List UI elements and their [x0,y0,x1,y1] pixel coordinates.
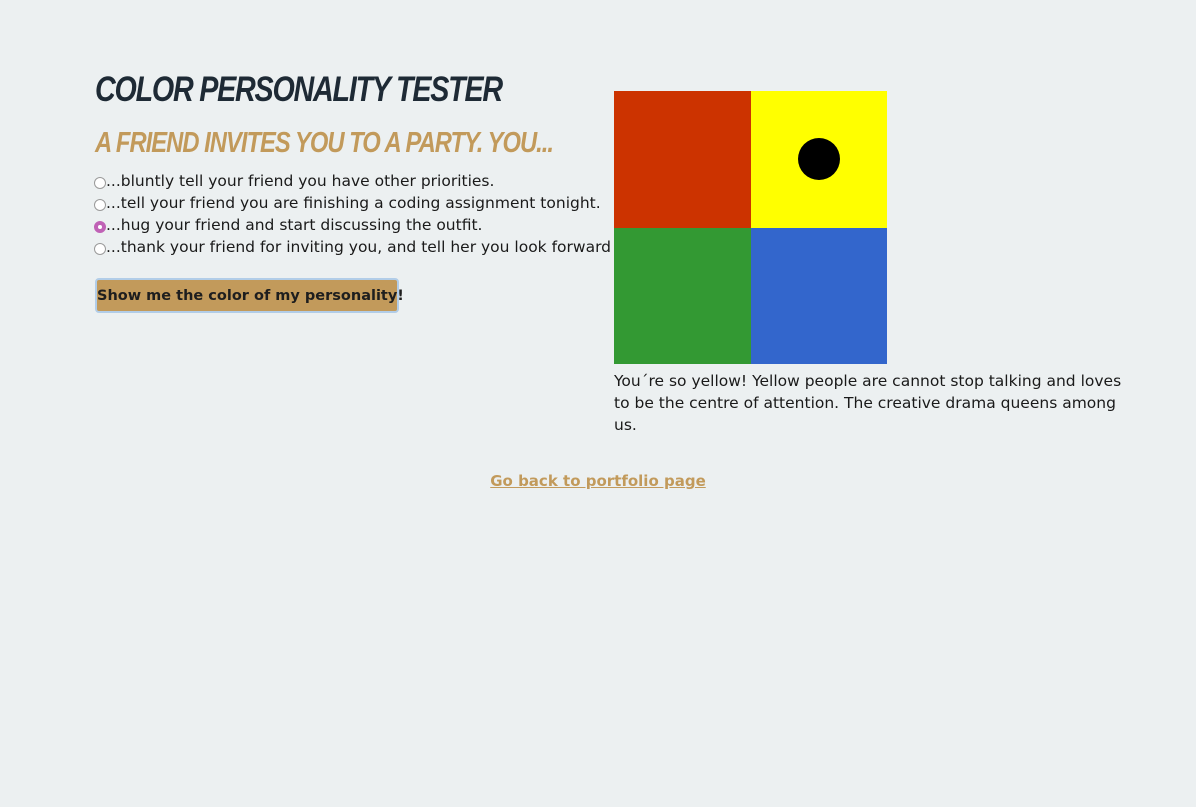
back-to-portfolio-link[interactable]: Go back to portfolio page [0,472,1196,490]
radio-button[interactable] [94,198,106,211]
radio-button[interactable] [94,220,106,233]
red-quadrant [614,91,751,228]
question-heading: A friend invites you to a party. You... [95,127,554,159]
radio-button[interactable] [94,176,106,189]
green-quadrant [614,227,751,364]
answer-option[interactable]: ...hug your friend and start discussing … [94,214,652,236]
answer-label[interactable]: ...thank your friend for inviting you, a… [106,238,652,256]
answer-label[interactable]: ...hug your friend and start discussing … [106,216,482,234]
answer-option[interactable]: ...tell your friend you are finishing a … [94,192,652,214]
page-title: Color Personality Tester [95,70,503,109]
answer-option[interactable]: ...bluntly tell your friend you have oth… [94,170,652,192]
color-grid [614,91,887,364]
result-text: You´re so yellow! Yellow people are cann… [614,372,1122,434]
answer-options: ...bluntly tell your friend you have oth… [94,170,652,258]
show-color-button[interactable]: Show me the color of my personality! [95,278,404,313]
answer-option[interactable]: ...thank your friend for inviting you, a… [94,236,652,258]
result-marker-dot [798,138,840,180]
answer-label[interactable]: ...tell your friend you are finishing a … [106,194,601,212]
blue-quadrant [750,227,887,364]
radio-button[interactable] [94,242,106,255]
answer-label[interactable]: ...bluntly tell your friend you have oth… [106,172,494,190]
